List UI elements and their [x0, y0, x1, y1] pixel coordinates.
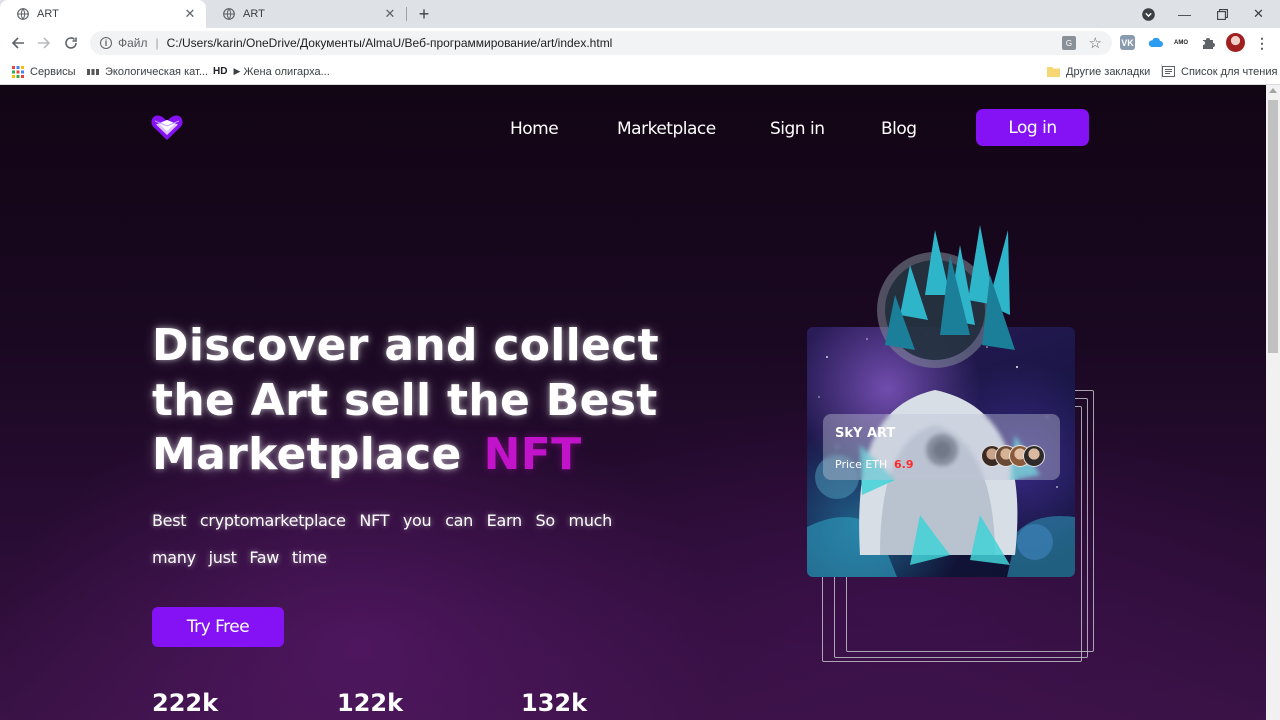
new-tab-button[interactable]: +	[414, 4, 434, 24]
close-tab-icon[interactable]: ✕	[382, 6, 398, 22]
address-url: C:/Users/karin/OneDrive/Документы/AlmaU/…	[166, 36, 613, 50]
stat-value: 222k	[152, 689, 219, 717]
hero-title: Discover and collect the Art sell the Be…	[152, 319, 672, 483]
hero-title-line: Discover and collect	[152, 320, 659, 371]
reload-icon[interactable]	[62, 34, 80, 52]
nft-title: SkY ART	[835, 426, 896, 441]
nav-marketplace[interactable]: Marketplace	[617, 119, 716, 139]
amo-extension-icon[interactable]: AMO	[1173, 35, 1189, 51]
puzzle-extension-icon[interactable]	[1200, 35, 1216, 51]
nft-info-panel: SkY ART Price ETH 6.9	[823, 414, 1060, 480]
bookmark-label: Другие закладки	[1066, 65, 1151, 78]
profile-avatar[interactable]	[1226, 33, 1245, 52]
reading-list-icon	[1162, 66, 1175, 77]
bookmark-label: Жена олигарха...	[243, 65, 330, 78]
scrollbar-thumb[interactable]	[1268, 100, 1278, 353]
tab-separator	[406, 7, 407, 21]
close-window-button[interactable]: ✕	[1240, 0, 1277, 28]
bookmark-label: Список для чтения	[1181, 65, 1278, 78]
cloud-extension-icon[interactable]	[1147, 35, 1163, 51]
bookmark-apps[interactable]: Сервисы	[12, 64, 76, 79]
site-favicon-icon	[87, 68, 99, 75]
bookmark-other[interactable]: Другие закладки	[1047, 64, 1150, 79]
nft-price-value: 6.9	[894, 458, 914, 471]
bookmark-label: Экологическая кат...	[105, 65, 208, 78]
translate-icon[interactable]: G	[1062, 36, 1076, 50]
hd-icon: HD	[213, 66, 228, 77]
hero-title-highlight: NFT	[483, 429, 582, 480]
minimize-button[interactable]: —	[1166, 0, 1203, 28]
bookmark-hd[interactable]: HD ▶ Жена олигарха...	[213, 64, 330, 79]
tab-title: ART	[243, 8, 265, 20]
play-icon: ▶	[233, 66, 241, 76]
stat-value: 132k	[521, 689, 588, 717]
bookmarks-bar: Сервисы Экологическая кат... HD ▶ Жена о…	[0, 58, 1280, 85]
avatar	[1023, 445, 1045, 467]
tab-strip: ART ✕ ART ✕ + — ✕	[0, 0, 1280, 28]
apps-grid-icon	[12, 65, 24, 78]
scroll-up-arrow-icon[interactable]	[1269, 88, 1277, 93]
try-free-button[interactable]: Try Free	[152, 607, 284, 647]
globe-icon	[17, 8, 29, 20]
heart-logo-icon[interactable]	[151, 111, 183, 141]
astronaut-figure	[859, 225, 1040, 565]
forward-icon[interactable]	[35, 34, 53, 52]
hero-title-line: Marketplace	[152, 429, 462, 480]
browser-toolbar: i Файл | C:/Users/karin/OneDrive/Докумен…	[0, 28, 1280, 58]
page-scrollbar[interactable]	[1266, 85, 1280, 720]
address-divider: |	[155, 36, 159, 50]
hero-subtitle: Best cryptomarketplace NFT you can Earn …	[152, 511, 612, 567]
bookmark-star-icon[interactable]: ☆	[1089, 34, 1102, 52]
reading-list[interactable]: Список для чтения	[1161, 64, 1277, 79]
vk-extension-icon[interactable]: VK	[1120, 35, 1135, 50]
stat-value: 122k	[337, 689, 404, 717]
hero-title-line: the Art sell the Best	[152, 374, 658, 426]
tab-title: ART	[37, 8, 59, 20]
info-icon[interactable]: i	[100, 37, 112, 49]
folder-icon	[1047, 66, 1060, 77]
bookmark-label: Сервисы	[30, 65, 76, 78]
close-tab-icon[interactable]: ✕	[182, 6, 198, 22]
globe-icon	[223, 8, 235, 20]
tab-art[interactable]: ART ✕	[206, 0, 406, 28]
chevron-down-icon	[1142, 7, 1155, 21]
nft-price-label: Price ETH	[835, 458, 888, 471]
tab-search-button[interactable]	[1130, 0, 1167, 28]
bookmark-eco[interactable]: Экологическая кат...	[87, 64, 208, 79]
tab-art-active[interactable]: ART ✕	[0, 0, 206, 28]
restore-button[interactable]	[1204, 0, 1241, 28]
nav-home[interactable]: Home	[510, 119, 559, 139]
back-icon[interactable]	[9, 34, 27, 52]
menu-dots-icon[interactable]: ⋮	[1254, 35, 1270, 51]
restore-icon	[1217, 8, 1228, 20]
address-scheme: Файл	[118, 36, 148, 50]
address-bar[interactable]: i Файл | C:/Users/karin/OneDrive/Докумен…	[90, 31, 1112, 55]
owner-avatars	[981, 445, 1045, 469]
